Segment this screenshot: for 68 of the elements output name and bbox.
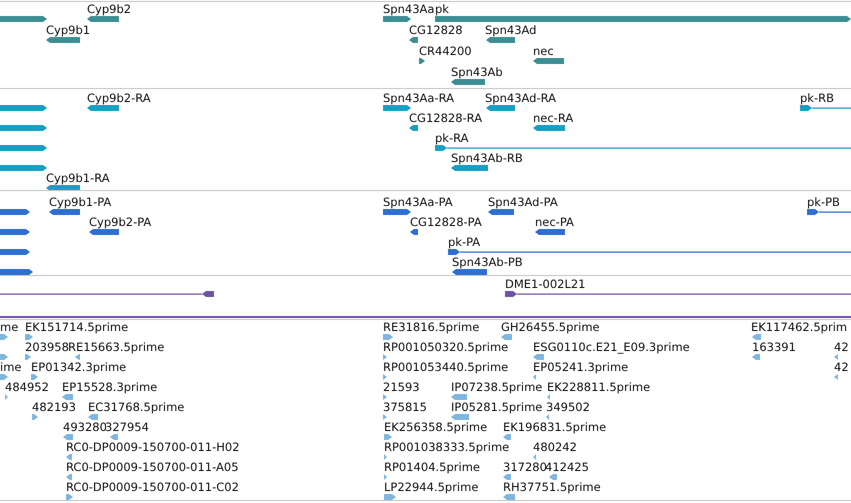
feature-label: EK151714.5prime bbox=[25, 321, 128, 334]
feature-label: EK117462.5prim bbox=[751, 321, 848, 334]
feature-label: 317280 bbox=[503, 461, 547, 474]
feature-label: Cyp9b2 bbox=[87, 3, 132, 16]
feature-label: Spn43Ab bbox=[451, 66, 503, 79]
feature-label: CG12828-PA bbox=[410, 216, 482, 229]
feature-label: ESG0110c.E21_E09.3prime bbox=[533, 341, 690, 354]
feature-label: ime bbox=[0, 361, 22, 374]
feature-label: pk-PA bbox=[448, 236, 480, 249]
feature-label: me bbox=[0, 321, 18, 334]
feature-label: Spn43Ad-PA bbox=[488, 196, 558, 209]
feature-label: Spn43Aa bbox=[383, 3, 434, 16]
feature-label: nec bbox=[533, 45, 554, 58]
feature-label: RC0-DP0009-150700-011-H02 bbox=[66, 441, 240, 454]
feature-label: RP001038333.5prime bbox=[384, 441, 510, 454]
feature-label: 21593 bbox=[383, 381, 420, 394]
feature-label: EK228811.5prime bbox=[547, 381, 650, 394]
feature-label: Spn43Aa-PA bbox=[383, 196, 453, 209]
feature-label: 42 bbox=[834, 361, 849, 374]
feature-label: RH37751.5prime bbox=[503, 481, 601, 494]
feature-label: 482193 bbox=[32, 401, 76, 414]
feature-label: 480242 bbox=[533, 441, 577, 454]
feature-label: 327954 bbox=[105, 421, 149, 434]
feature-label: RE15663.5prime bbox=[68, 341, 164, 354]
feature-label: pk-RB bbox=[800, 92, 834, 105]
feature-label: pk-PB bbox=[807, 196, 840, 209]
feature-label: EP05241.3prime bbox=[533, 361, 628, 374]
feature-label: Spn43Ad-RA bbox=[485, 92, 556, 105]
feature-label: RC0-DP0009-150700-011-A05 bbox=[66, 461, 239, 474]
feature-label: RP01404.5prime bbox=[384, 461, 480, 474]
feature-label: Cyp9b2-RA bbox=[87, 92, 151, 105]
feature-label: EC31768.5prime bbox=[88, 401, 184, 414]
feature-label: pk bbox=[435, 3, 449, 16]
feature-label: 203958 bbox=[25, 341, 69, 354]
feature-label: EP01342.3prime bbox=[31, 361, 126, 374]
feature-label: EK196831.5prime bbox=[503, 421, 606, 434]
feature-label: IP07238.5prime bbox=[451, 381, 542, 394]
feature-label: LP22944.5prime bbox=[384, 481, 478, 494]
feature-label: Cyp9b1-PA bbox=[49, 196, 112, 209]
feature-label: CR44200 bbox=[419, 45, 472, 58]
feature-label: 484952 bbox=[5, 381, 49, 394]
feature-label: Spn43Ab-RB bbox=[451, 152, 523, 165]
feature-label: 412425 bbox=[545, 461, 589, 474]
feature-label: Cyp9b1 bbox=[46, 24, 90, 37]
feature-label: EK256358.5prime bbox=[384, 421, 488, 434]
feature-label: Cyp9b2-PA bbox=[89, 216, 152, 229]
feature-label: Cyp9b1-RA bbox=[46, 172, 110, 185]
feature-label: pk-RA bbox=[435, 132, 469, 145]
feature-label: RE31816.5prime bbox=[383, 321, 480, 334]
feature-label: Spn43Aa-RA bbox=[383, 92, 454, 105]
feature-label: EP15528.3prime bbox=[62, 381, 158, 394]
feature-label: IP05281.5prime bbox=[451, 401, 542, 414]
feature-label: 375815 bbox=[383, 401, 427, 414]
feature-label: CG12828-RA bbox=[409, 112, 482, 125]
feature-label: 163391 bbox=[752, 341, 796, 354]
feature-label: Spn43Ad bbox=[485, 24, 536, 37]
feature-label: 493280 bbox=[63, 421, 107, 434]
feature-label: RP001050320.5prime bbox=[383, 341, 508, 354]
feature-label: DME1-002L21 bbox=[505, 278, 586, 291]
feature-label: RC0-DP0009-150700-011-C02 bbox=[66, 481, 239, 494]
feature-label: 349502 bbox=[546, 401, 590, 414]
feature-label: CG12828 bbox=[409, 24, 463, 37]
feature-label: nec-PA bbox=[535, 216, 574, 229]
feature-label: nec-RA bbox=[533, 112, 574, 125]
feature-label: 42 bbox=[834, 341, 849, 354]
feature-label: Spn43Ab-PB bbox=[452, 256, 523, 269]
feature-label: RP001053440.5prime bbox=[383, 361, 508, 374]
feature-label: GH26455.5prime bbox=[501, 321, 600, 334]
